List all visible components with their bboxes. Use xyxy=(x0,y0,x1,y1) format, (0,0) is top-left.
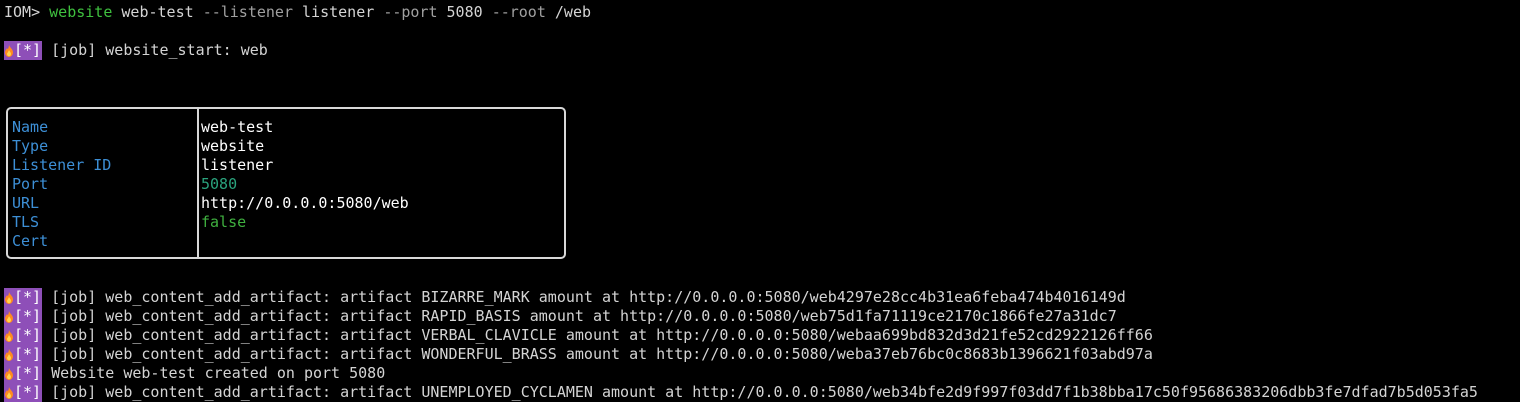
listener-flag: --listener xyxy=(202,3,293,21)
log-text: [job] web_content_add_artifact: artifact… xyxy=(51,326,1153,344)
root-arg: /web xyxy=(554,3,592,21)
status-badge: [*] xyxy=(4,364,43,383)
terminal[interactable]: IOM> website web-test --listener listene… xyxy=(0,0,1520,402)
tls-key: TLS xyxy=(12,213,40,231)
flame-icon xyxy=(4,307,14,326)
log-line: [*] [job] web_content_add_artifact: artif… xyxy=(4,326,1153,345)
log-text: [job] web_content_add_artifact: artifact… xyxy=(51,383,1478,401)
badge-text: [*] xyxy=(14,288,42,306)
port-flag: --port xyxy=(383,3,438,21)
type-value: website xyxy=(201,137,265,155)
badge-text: [*] xyxy=(14,307,42,325)
badge-text: [*] xyxy=(14,345,42,363)
listener-id-key: Listener ID xyxy=(12,156,112,174)
badge-text: [*] xyxy=(14,326,42,344)
job-start-text: [job] website_start: web xyxy=(51,41,268,59)
badge-text: [*] xyxy=(14,41,42,59)
url-key: URL xyxy=(12,194,40,212)
log-line: [*] [job] web_content_add_artifact: artif… xyxy=(4,383,1478,402)
status-badge: [*] xyxy=(4,41,43,60)
command-line: IOM> website web-test --listener listene… xyxy=(4,3,591,22)
url-value: http://0.0.0.0:5080/web xyxy=(201,194,409,212)
status-badge: [*] xyxy=(4,288,43,307)
table-column-divider xyxy=(197,109,199,257)
flame-icon xyxy=(4,364,14,383)
cert-key: Cert xyxy=(12,232,49,250)
root-flag: --root xyxy=(491,3,546,21)
badge-text: [*] xyxy=(14,383,42,401)
port-key: Port xyxy=(12,175,49,193)
log-line: [*] [job] web_content_add_artifact: artif… xyxy=(4,345,1153,364)
name-key: Name xyxy=(12,118,49,136)
website-info-table: Name web-test Type website Listener ID list… xyxy=(6,107,566,259)
log-line: [*] Website web-test created on port 5080 xyxy=(4,364,385,383)
flame-icon xyxy=(4,326,14,345)
log-text: [job] web_content_add_artifact: artifact… xyxy=(51,307,1117,325)
port-value: 5080 xyxy=(201,175,238,193)
log-text: [job] web_content_add_artifact: artifact… xyxy=(51,345,1153,363)
name-value: web-test xyxy=(201,118,274,136)
status-badge: [*] xyxy=(4,345,43,364)
flame-icon xyxy=(4,345,14,364)
status-badge: [*] xyxy=(4,326,43,345)
log-line: [*] [job] web_content_add_artifact: artif… xyxy=(4,307,1117,326)
flame-icon xyxy=(4,41,14,60)
flame-icon xyxy=(4,288,14,307)
job-start-line: [*] [job] website_start: web xyxy=(4,41,268,60)
type-key: Type xyxy=(12,137,49,155)
website-name-arg: web-test xyxy=(121,3,194,21)
listener-arg: listener xyxy=(302,3,375,21)
log-line: [*] [job] web_content_add_artifact: artif… xyxy=(4,288,1126,307)
prompt-prefix: IOM> xyxy=(4,3,41,21)
status-badge: [*] xyxy=(4,383,43,402)
flame-icon xyxy=(4,383,14,402)
listener-id-value: listener xyxy=(201,156,274,174)
tls-value: false xyxy=(201,213,247,231)
status-badge: [*] xyxy=(4,307,43,326)
log-text: Website web-test created on port 5080 xyxy=(51,364,386,382)
command-name: website xyxy=(49,3,113,21)
badge-text: [*] xyxy=(14,364,42,382)
port-arg: 5080 xyxy=(446,3,483,21)
log-text: [job] web_content_add_artifact: artifact… xyxy=(51,288,1126,306)
